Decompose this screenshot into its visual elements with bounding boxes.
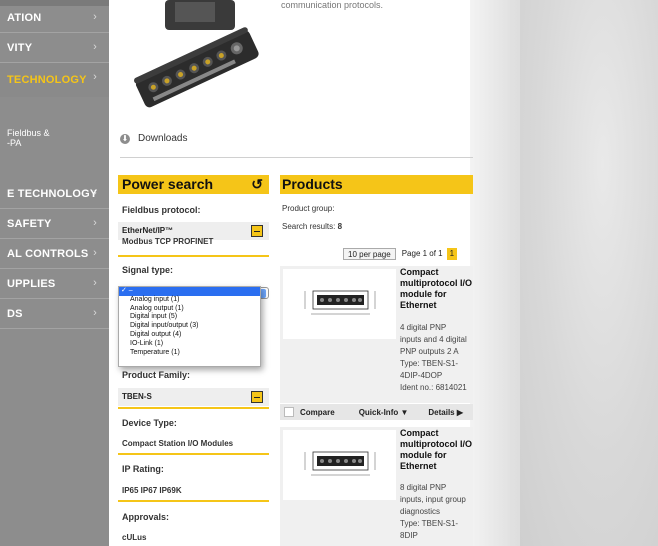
signal-type-label: Signal type: — [122, 265, 174, 275]
chevron-right-icon: › — [93, 187, 97, 199]
product-title[interactable]: Compact multiprotocol I/O module for Eth… — [400, 428, 472, 472]
right-shade — [470, 0, 510, 546]
product-thumbnail — [283, 430, 396, 500]
compare-label[interactable]: Compare — [300, 408, 335, 417]
sidebar-item-controls[interactable]: AL CONTROLS › — [0, 239, 109, 269]
downloads-label: Downloads — [138, 133, 188, 144]
product-family-label: Product Family: — [122, 370, 191, 380]
product-desc-line: 4DIP-4DOP — [400, 371, 443, 380]
search-results: Search results: 8 — [282, 222, 342, 231]
product-family-filter[interactable]: TBEN-S — [118, 388, 269, 406]
page-number-button[interactable]: 1 — [446, 247, 458, 260]
chevron-right-icon: › — [93, 11, 97, 23]
yellow-divider — [118, 407, 269, 409]
sidebar-item-supplies[interactable]: UPPLIES › — [0, 269, 109, 299]
yellow-divider — [118, 500, 269, 502]
product-desc-line: Ident no.: 6814021 — [400, 383, 467, 392]
downloads-link[interactable]: ⬇ Downloads — [120, 133, 187, 144]
sidebar: ATION › VITY › TECHNOLOGY › Fieldbus & -PA … — [0, 0, 109, 546]
power-search-header: Power search ↺ — [118, 175, 269, 194]
page-info: Page 1 of 1 — [401, 249, 443, 258]
dropdown-option[interactable]: Digital input/output (3) — [119, 322, 260, 331]
power-search-title: Power search — [122, 176, 214, 192]
per-page-select[interactable]: 10 per page — [343, 247, 396, 260]
fieldbus-label: Fieldbus protocol: — [122, 205, 201, 215]
dropdown-option[interactable]: Digital input (5) — [119, 313, 260, 322]
sidebar-item-label: AL CONTROLS — [7, 247, 89, 260]
chevron-right-icon: › — [93, 247, 97, 259]
sidebar-item-e-technology[interactable]: E TECHNOLOGY › — [0, 179, 109, 209]
sidebar-subitem-pa[interactable]: -PA — [7, 138, 21, 148]
fieldbus-selected: EtherNet/IP™ — [122, 226, 174, 235]
ip-rating-label: IP Rating: — [122, 464, 164, 474]
product-desc-line: 8DIP — [400, 531, 418, 540]
dropdown-option[interactable]: IO-Link (1) — [119, 340, 260, 349]
chevron-right-icon: › — [93, 41, 97, 53]
device-type-label: Device Type: — [122, 418, 177, 428]
product-desc-line: 4 digital PNP — [400, 323, 447, 332]
sidebar-item-label: UPPLIES — [7, 277, 56, 290]
yellow-divider — [118, 255, 269, 257]
product-image — [134, 0, 259, 108]
divider — [120, 157, 473, 158]
sidebar-item-ds[interactable]: DS › — [0, 299, 109, 329]
dropdown-option[interactable]: Analog input (1) — [119, 296, 260, 305]
dropdown-option[interactable]: Analog output (1) — [119, 305, 260, 314]
product-desc-line: Type: TBEN-S1- — [400, 519, 459, 528]
sidebar-item-label: VITY — [7, 41, 33, 54]
chevron-right-icon: › — [93, 307, 97, 319]
chevron-right-icon: › — [93, 217, 97, 229]
download-icon: ⬇ — [120, 133, 130, 144]
sidebar-item-vity[interactable]: VITY › — [0, 33, 109, 63]
details-button[interactable]: Details ▶ — [428, 408, 463, 417]
dropdown-option[interactable]: ✓ – — [119, 287, 260, 296]
chevron-right-icon: › — [93, 277, 97, 289]
pagination: 10 per page Page 1 of 1 1 — [343, 247, 458, 260]
product-group-label: Product group: — [282, 204, 335, 213]
quick-info-button[interactable]: Quick-Info ▼ — [359, 408, 409, 417]
sidebar-item-ation[interactable]: ATION › — [0, 3, 109, 33]
collapse-icon[interactable] — [251, 225, 263, 237]
product-desc-line: diagnostics — [400, 507, 441, 516]
product-desc-line: inputs, input group — [400, 495, 466, 504]
approvals-label: Approvals: — [122, 512, 170, 522]
dropdown-option[interactable]: Digital output (4) — [119, 331, 260, 340]
blurred-backdrop — [520, 0, 658, 546]
product-title[interactable]: Compact multiprotocol I/O module for Eth… — [400, 267, 472, 311]
collapse-icon[interactable] — [251, 391, 263, 403]
signal-type-dropdown: ✓ – Analog input (1) Analog output (1) D… — [118, 286, 261, 367]
sidebar-item-technology[interactable]: TECHNOLOGY › — [0, 63, 109, 97]
sidebar-item-label: E TECHNOLOGY — [7, 187, 98, 200]
sidebar-item-label: SAFETY — [7, 217, 52, 230]
product-card[interactable]: Compact multiprotocol I/O module for Eth… — [280, 427, 473, 546]
sidebar-item-safety[interactable]: SAFETY › — [0, 209, 109, 239]
chevron-right-icon: › — [93, 71, 97, 83]
products-title: Products — [282, 176, 343, 192]
product-card-footer: Compare Quick-Info ▼ Details ▶ — [280, 404, 473, 420]
product-desc-line: 8 digital PNP — [400, 483, 447, 492]
dropdown-option[interactable]: Temperature (1) — [119, 349, 260, 358]
search-results-label: Search results: — [282, 222, 336, 231]
sidebar-subitem-fieldbus[interactable]: Fieldbus & — [7, 128, 50, 138]
device-type-value[interactable]: Compact Station I/O Modules — [122, 439, 233, 448]
product-description-snippet: communication protocols. — [281, 0, 384, 10]
product-family-selected: TBEN-S — [122, 392, 152, 401]
ip-rating-value[interactable]: IP65 IP67 IP69K — [122, 486, 182, 495]
compare-checkbox[interactable] — [284, 407, 294, 417]
products-header: Products — [280, 175, 473, 194]
sidebar-item-label: ATION — [7, 11, 42, 24]
fieldbus-other-options[interactable]: Modbus TCP PROFINET — [122, 237, 213, 246]
product-desc-line: inputs and 4 digital — [400, 335, 467, 344]
sidebar-item-label: DS — [7, 307, 23, 320]
product-card[interactable]: Compact multiprotocol I/O module for Eth… — [280, 266, 473, 403]
sidebar-item-label: TECHNOLOGY — [7, 74, 87, 86]
approvals-value[interactable]: cULus — [122, 533, 146, 542]
search-results-count: 8 — [337, 222, 343, 231]
product-thumbnail — [283, 269, 396, 339]
product-desc-line: PNP outputs 2 A — [400, 347, 459, 356]
yellow-divider — [118, 453, 269, 455]
product-desc-line: Type: TBEN-S1- — [400, 359, 459, 368]
reset-icon[interactable]: ↺ — [251, 175, 263, 194]
